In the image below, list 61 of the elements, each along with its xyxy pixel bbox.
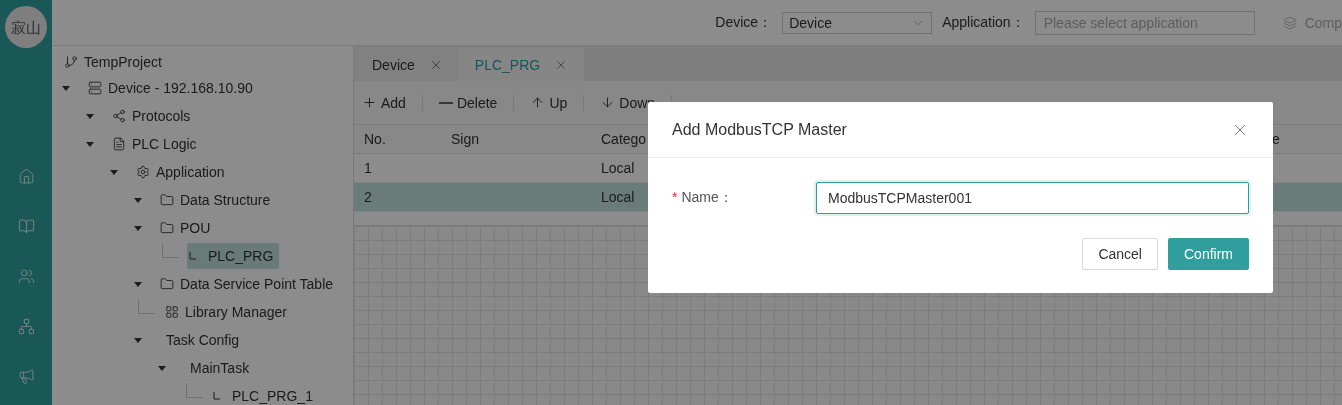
table-cell: Local: [601, 160, 635, 176]
column-header: e: [1272, 131, 1281, 147]
expand-caret-icon[interactable]: [86, 141, 94, 147]
tree-item[interactable]: POU: [158, 215, 217, 241]
expand-caret-icon[interactable]: [86, 113, 94, 119]
dialog-title: Add ModbusTCP Master: [672, 120, 847, 139]
logo: 寂山: [5, 6, 47, 48]
branch-icon: [64, 54, 78, 69]
tree-item[interactable]: PLC_PRG: [187, 243, 280, 269]
tree-item[interactable]: Task Config: [158, 327, 246, 353]
tree-connector: [138, 298, 155, 314]
folder-icon: [160, 221, 174, 235]
application-label: Application：: [942, 13, 1025, 32]
gear-icon: [136, 165, 150, 179]
tree-item[interactable]: PLC_PRG_1: [211, 383, 319, 405]
tree-item[interactable]: Application: [134, 159, 231, 185]
device-select[interactable]: Device: [782, 11, 933, 34]
tree-root[interactable]: TempProject: [62, 48, 168, 75]
cancel-button[interactable]: Cancel: [1082, 238, 1158, 270]
toolbar-button[interactable]: Up: [530, 94, 585, 111]
document-icon: [112, 137, 126, 151]
tree-item[interactable]: Library Manager: [163, 299, 293, 325]
toolbar-button[interactable]: Add: [362, 94, 423, 111]
device-label: Device：: [715, 13, 773, 32]
tree-item[interactable]: Data Service Point Table: [158, 271, 340, 297]
layers-icon: [1282, 15, 1297, 30]
nodes-icon: [112, 109, 126, 123]
name-field[interactable]: ModbusTCPMaster001: [816, 182, 1249, 214]
arrow-down-icon: [600, 95, 616, 110]
table-cell: Local: [601, 189, 635, 205]
corner-icon: [189, 252, 196, 260]
confirm-button[interactable]: Confirm: [1168, 238, 1249, 270]
expand-caret-icon[interactable]: [134, 225, 142, 231]
table-cell: 2: [364, 189, 372, 205]
minus-icon: [438, 101, 453, 104]
folder-icon: [160, 193, 174, 207]
expand-caret-icon[interactable]: [110, 169, 118, 175]
tree-item[interactable]: Data Structure: [158, 187, 277, 213]
column-header: Catego: [600, 131, 648, 147]
plus-icon: [362, 95, 377, 110]
tree-connector: [162, 242, 179, 258]
folder-icon: [160, 277, 174, 291]
toolbar-button[interactable]: Delete: [438, 94, 515, 111]
corner-icon: [213, 392, 220, 400]
tree-connector: [186, 382, 203, 398]
column-header: Sign: [450, 131, 481, 147]
server-icon: [88, 81, 102, 95]
field-label-text: Name：: [681, 189, 733, 205]
table-cell: 1: [364, 160, 372, 176]
tree-item[interactable]: PLC Logic: [110, 131, 203, 157]
tree-item[interactable]: MainTask: [182, 355, 256, 381]
tree-item[interactable]: Device - 192.168.10.90: [86, 75, 259, 101]
expand-caret-icon[interactable]: [134, 337, 142, 343]
expand-caret-icon[interactable]: [134, 197, 142, 203]
expand-caret-icon[interactable]: [62, 85, 70, 91]
tree-item[interactable]: Protocols: [110, 103, 197, 129]
expand-caret-icon[interactable]: [134, 281, 142, 287]
column-header: No.: [363, 131, 387, 147]
expand-caret-icon[interactable]: [158, 365, 166, 371]
required-mark: *: [672, 189, 678, 205]
grid-icon: [165, 305, 179, 319]
